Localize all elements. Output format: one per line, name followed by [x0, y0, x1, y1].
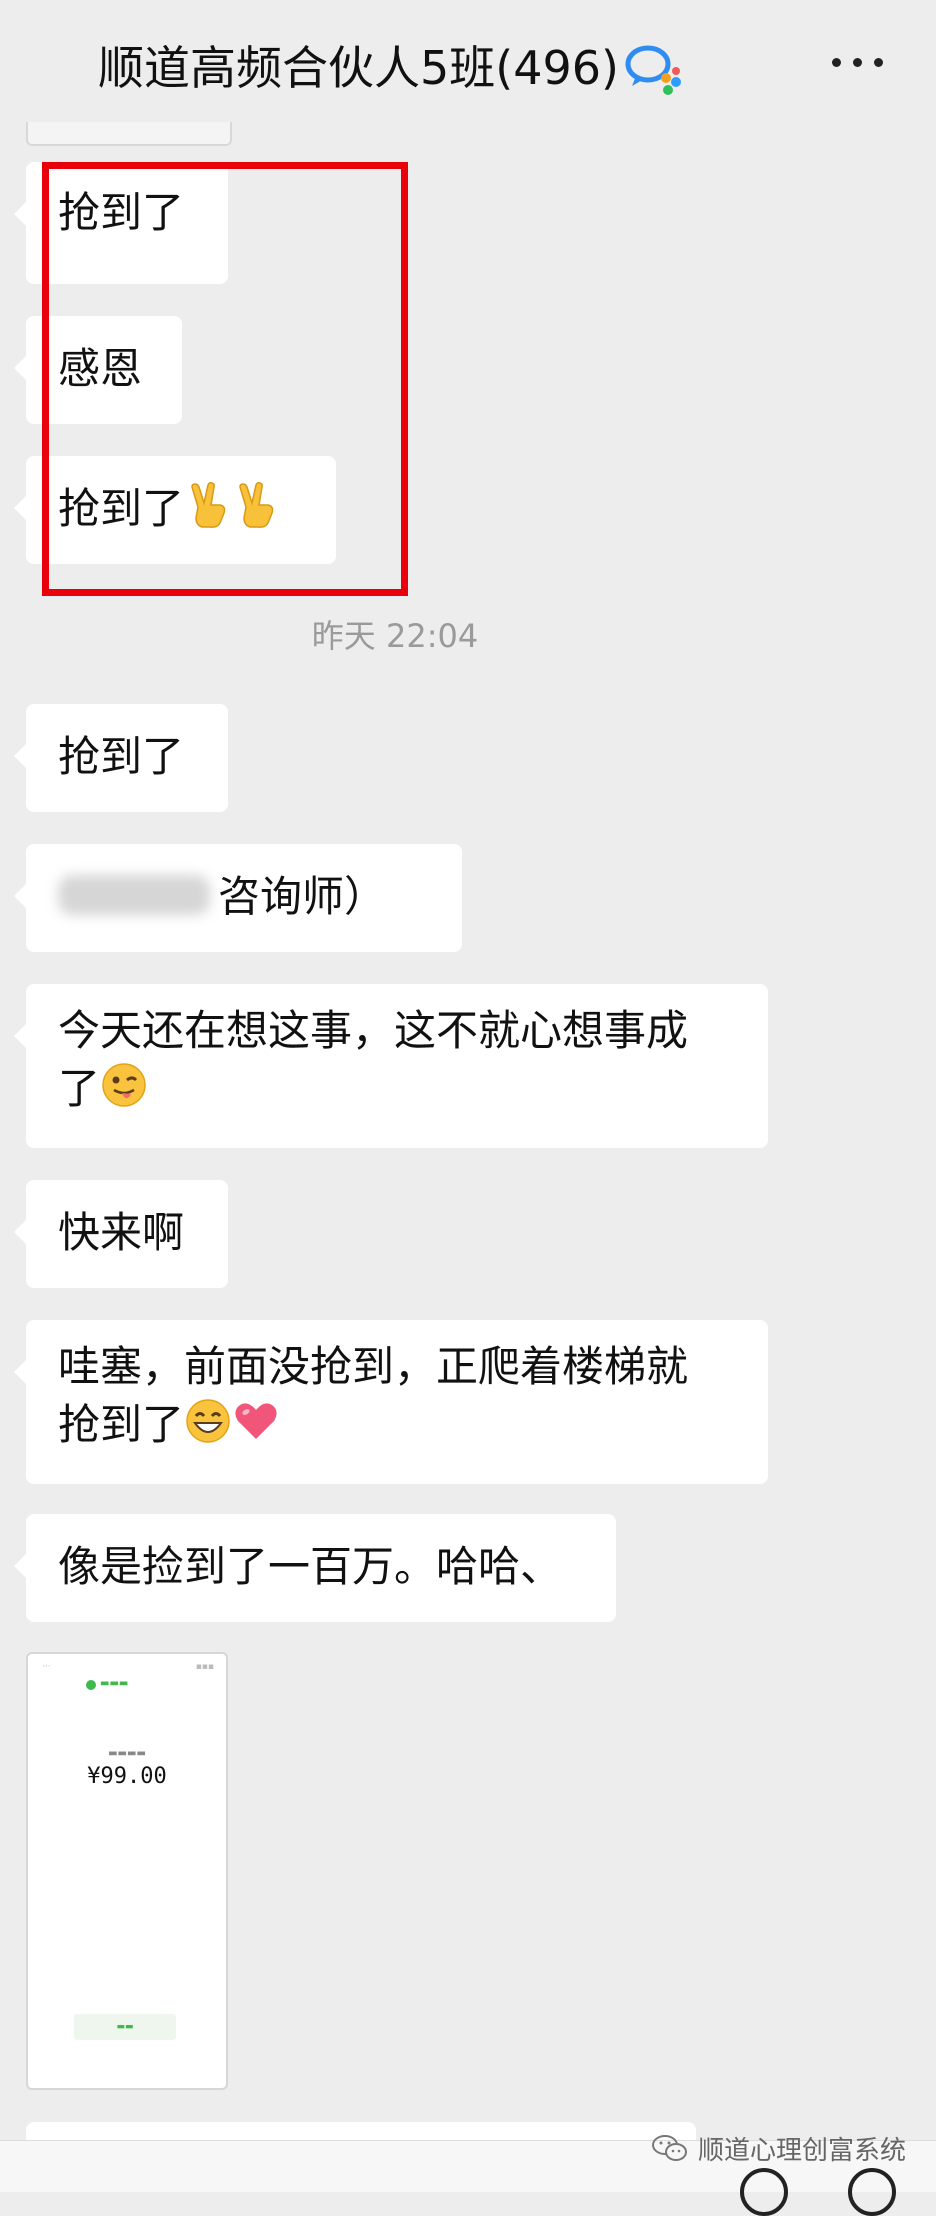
- pay-brand-bar: ▬▬▬: [100, 1678, 129, 1689]
- blurred-mention: [58, 875, 210, 915]
- victory-hand-emoji: [239, 482, 274, 528]
- message-bubble[interactable]: 抢到了: [14, 456, 336, 564]
- message-bubble[interactable]: 咨询师）: [14, 844, 462, 952]
- message-text: 抢到了: [58, 732, 185, 781]
- message-bubble[interactable]: 今天还在想这事，这不就心想事成 了: [14, 984, 768, 1148]
- grinning-emoji: [186, 1399, 230, 1443]
- winking-tongue-emoji: [102, 1063, 146, 1107]
- message-bubble[interactable]: 像是捡到了一百万。哈哈、: [14, 1514, 616, 1622]
- watermark: 顺道心理创富系统: [650, 2128, 906, 2168]
- message-text: 抢到了: [58, 188, 185, 237]
- pay-logo-icon: [86, 1680, 96, 1690]
- message-bubble[interactable]: 感恩: [14, 316, 182, 424]
- chat-title[interactable]: 顺道高频合伙人5班(496): [98, 38, 619, 98]
- mini-status-bar-right: ▪▪▪: [195, 1662, 214, 1672]
- wecom-chat-icon: [625, 45, 681, 95]
- more-dots-icon[interactable]: [832, 58, 884, 72]
- previous-message-fragment: [26, 122, 232, 146]
- message-bubble[interactable]: 抢到了: [14, 704, 228, 812]
- message-timestamp: 昨天 22:04: [311, 617, 479, 655]
- message-text: 像是捡到了一百万。哈哈、: [58, 1542, 563, 1591]
- pink-heart-emoji: [235, 1403, 277, 1439]
- wechat-icon: [651, 2135, 687, 2161]
- watermark-text: 顺道心理创富系统: [697, 2135, 906, 2166]
- message-text-line: 抢到了: [58, 1400, 185, 1449]
- message-text-line: 了: [58, 1064, 101, 1113]
- message-text: 抢到了: [58, 484, 185, 533]
- message-bubble[interactable]: 哇塞，前面没抢到，正爬着楼梯就 抢到了: [14, 1320, 768, 1484]
- message-text-line: 今天还在想这事，这不就心想事成: [58, 1006, 689, 1055]
- message-text: 感恩: [58, 344, 143, 393]
- victory-hand-emoji: [191, 482, 226, 528]
- message-text: 快来啊: [58, 1208, 185, 1257]
- mini-status-bar: ···: [42, 1662, 51, 1672]
- payee-line: ▬▬▬▬: [108, 1748, 146, 1759]
- message-bubble[interactable]: 抢到了: [14, 162, 228, 284]
- payment-screenshot-image[interactable]: ··· ▪▪▪ ▬▬▬ ▬▬▬▬ ¥99.00 ▬▬: [26, 1652, 228, 2090]
- payment-amount: ¥99.00: [87, 1764, 167, 1789]
- message-text-line: 哇塞，前面没抢到，正爬着楼梯就: [58, 1342, 689, 1391]
- voice-input-icon[interactable]: [740, 2168, 788, 2216]
- emoji-button-icon[interactable]: [848, 2168, 896, 2216]
- message-text: 咨询师）: [218, 872, 387, 921]
- chat-header: 顺道高频合伙人5班(496): [0, 0, 936, 132]
- done-button-thumbnail: ▬▬: [74, 2014, 176, 2040]
- message-bubble[interactable]: 快来啊: [14, 1180, 228, 1288]
